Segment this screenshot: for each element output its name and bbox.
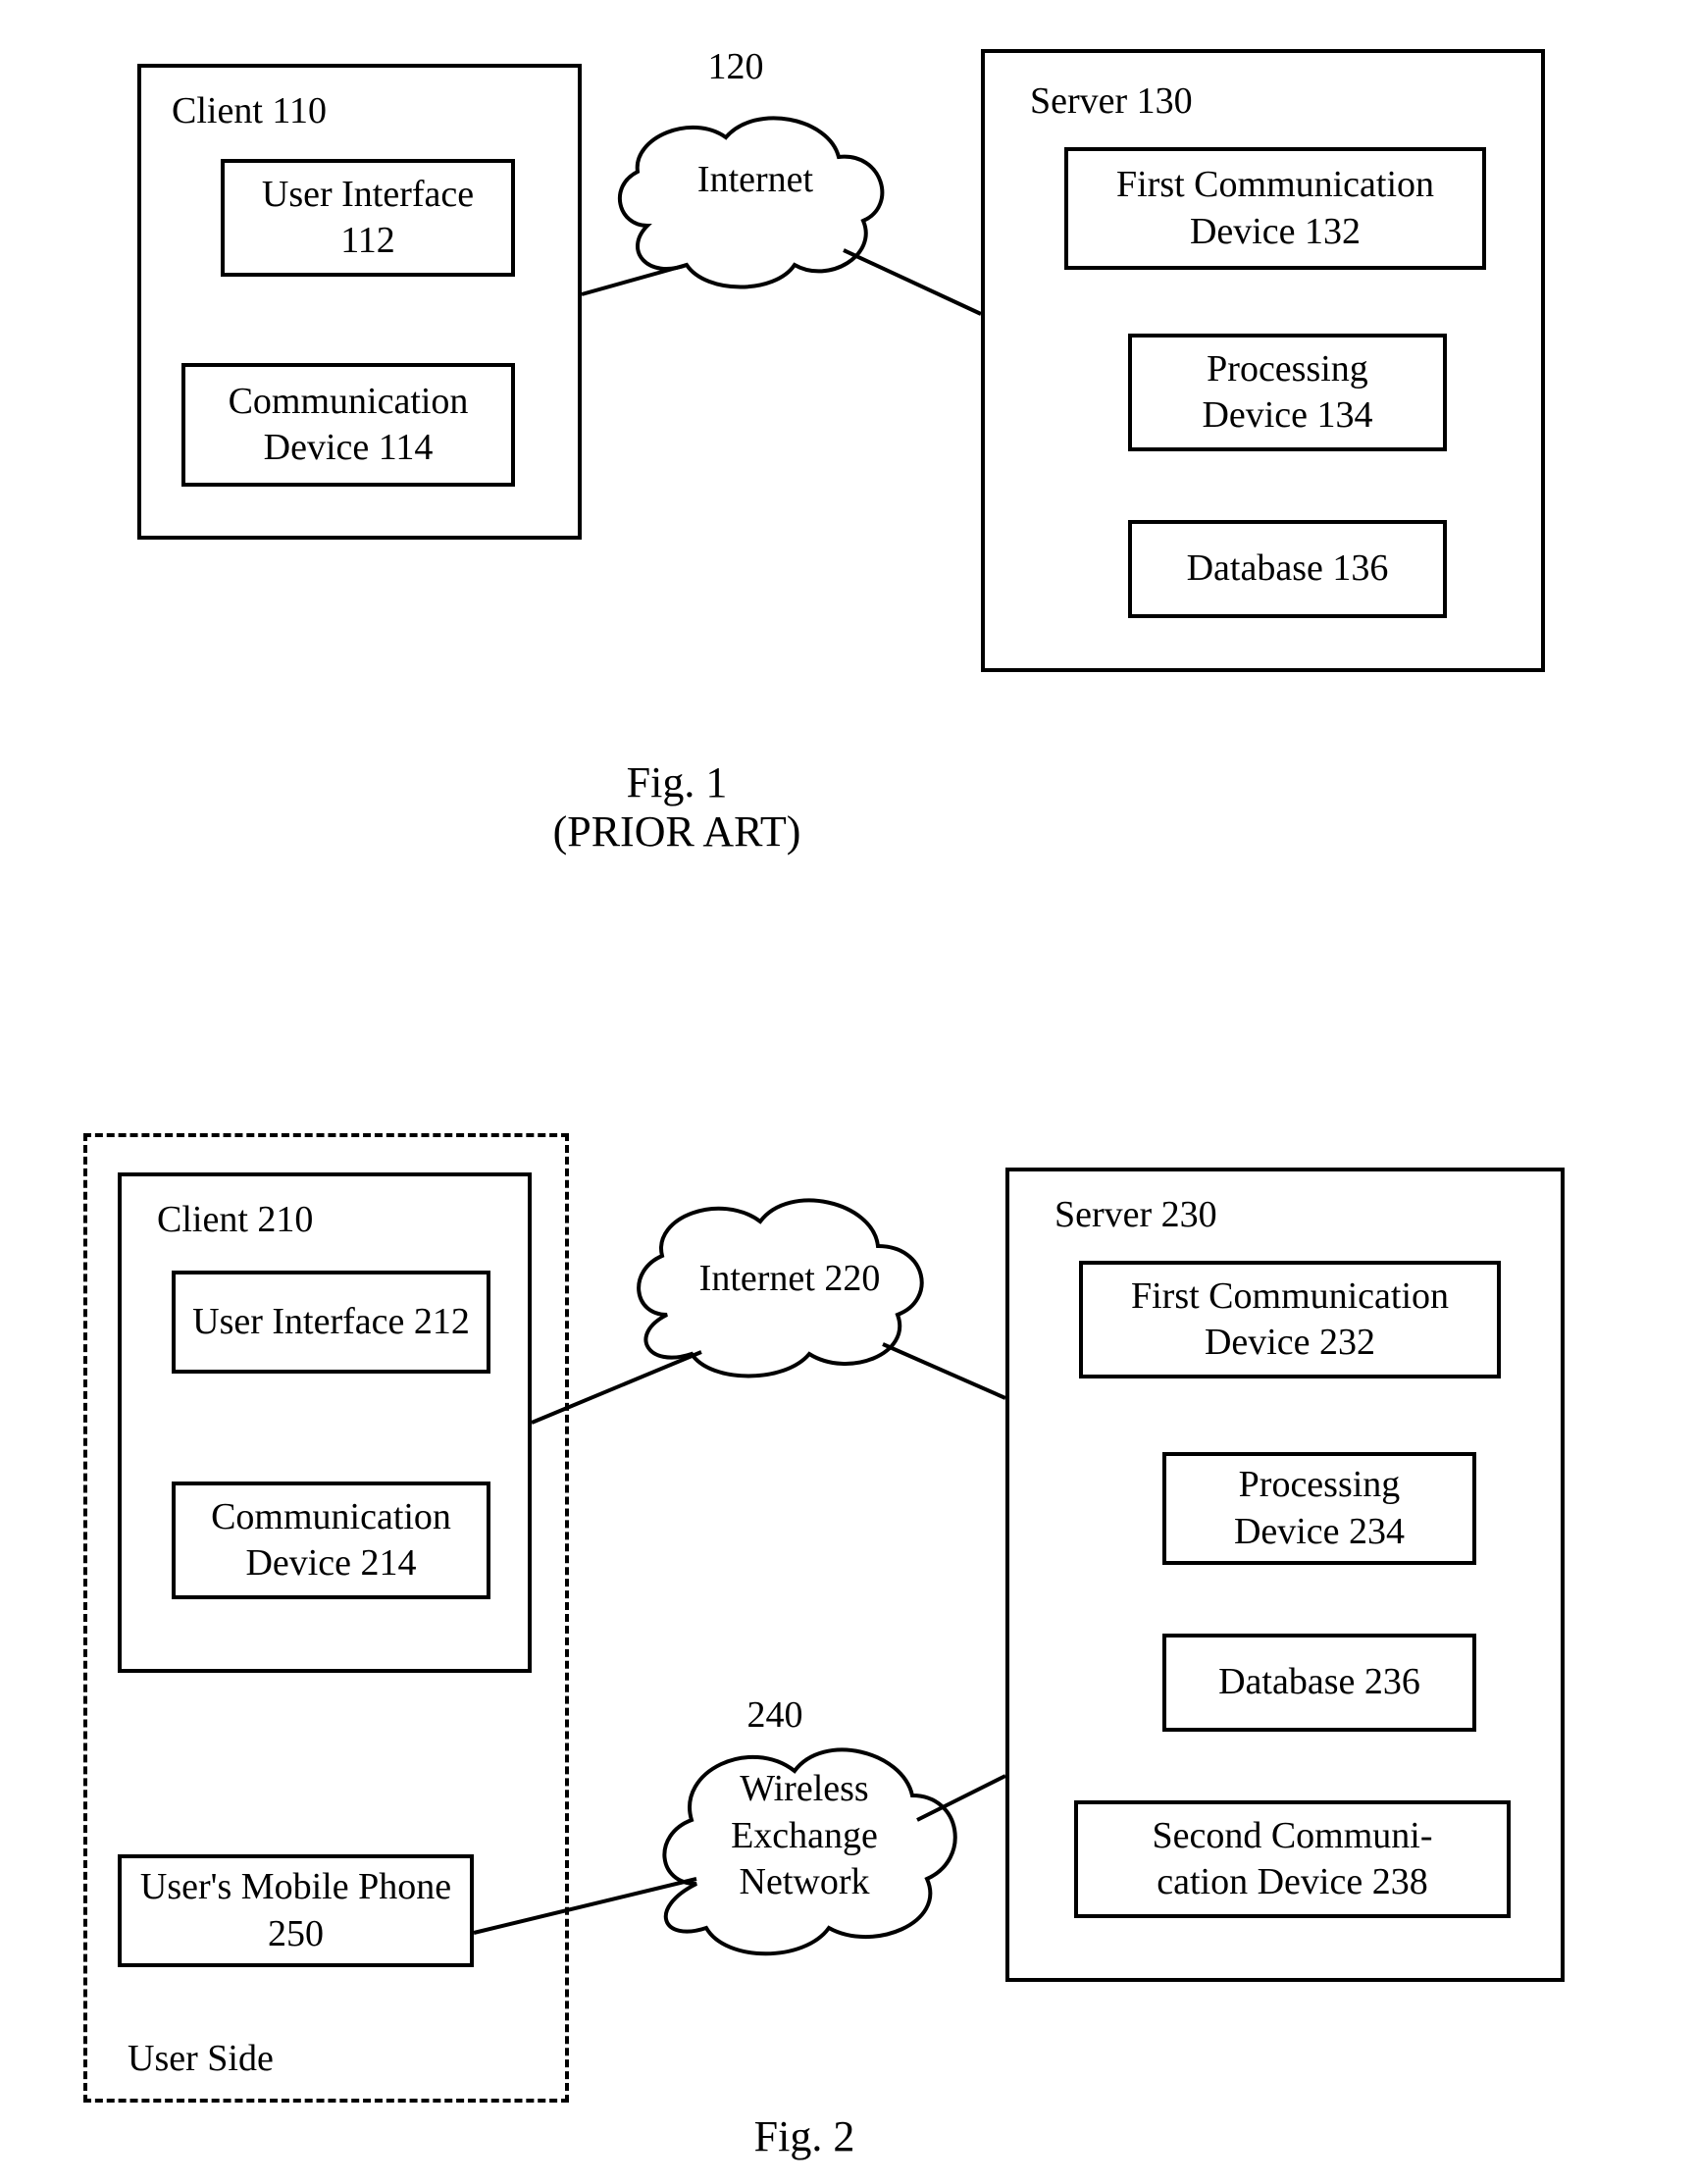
fig1-internet-number: 120 xyxy=(687,44,785,91)
fig2-processing-label: Processing Device 234 xyxy=(1162,1452,1476,1565)
fig2-database-label: Database 236 xyxy=(1162,1634,1476,1732)
fig1-processing-label: Processing Device 134 xyxy=(1128,334,1447,451)
page: Client 110 User Interface 112 Communicat… xyxy=(0,0,1697,2184)
fig1-internet-label: Internet xyxy=(667,157,844,204)
fig2-client-title: Client 210 xyxy=(157,1197,451,1244)
fig1-server-title: Server 130 xyxy=(1030,78,1324,126)
fig2-mobile-phone-label: User's Mobile Phone 250 xyxy=(118,1854,474,1967)
fig2-comm-device-label: Communication Device 214 xyxy=(172,1482,490,1599)
fig1-caption-line2: (PRIOR ART) xyxy=(490,805,863,858)
fig1-user-interface-label: User Interface 112 xyxy=(221,159,515,277)
fig2-caption: Fig. 2 xyxy=(706,2109,902,2163)
fig1-database-label: Database 136 xyxy=(1128,520,1447,618)
fig1-client-title: Client 110 xyxy=(172,88,466,135)
fig2-wireless-label: Wireless Exchange Network xyxy=(706,1766,902,1906)
fig2-server-title: Server 230 xyxy=(1054,1192,1349,1239)
fig1-caption-line1: Fig. 1 xyxy=(530,755,824,809)
fig2-wireless-number: 240 xyxy=(726,1692,824,1740)
fig2-user-interface-label: User Interface 212 xyxy=(172,1271,490,1374)
fig2-second-comm-label: Second Communi- cation Device 238 xyxy=(1074,1800,1511,1918)
fig1-first-comm-label: First Communication Device 132 xyxy=(1064,147,1486,270)
fig2-user-side-label: User Side xyxy=(128,2036,373,2083)
fig2-internet-label: Internet 220 xyxy=(677,1256,902,1303)
fig1-comm-device-label: Communication Device 114 xyxy=(181,363,515,487)
fig2-first-comm-label: First Communication Device 232 xyxy=(1079,1261,1501,1378)
